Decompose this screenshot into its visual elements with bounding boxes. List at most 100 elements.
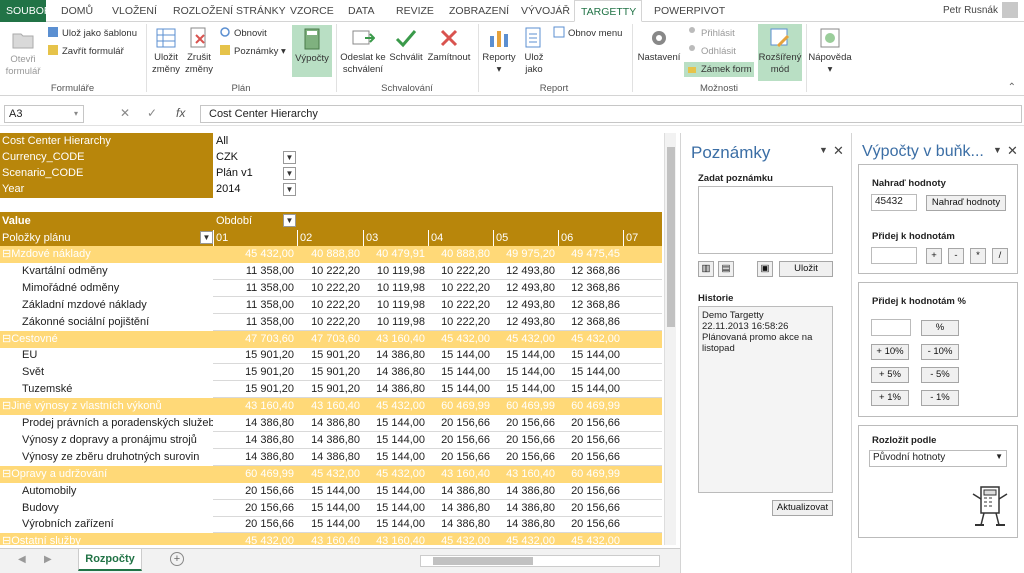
value-cell[interactable]: 15 144,00 bbox=[363, 516, 428, 533]
table-row[interactable]: Výnosy z dopravy a pronájmu strojů bbox=[0, 432, 213, 449]
value-cell[interactable]: 47 703,60 bbox=[213, 331, 297, 348]
percent-button[interactable]: % bbox=[921, 320, 959, 336]
zrusit-zmeny-button[interactable]: Zrušit změny bbox=[183, 26, 215, 76]
value-cell[interactable]: 20 1 bbox=[623, 500, 662, 517]
table-row[interactable]: Automobily bbox=[0, 483, 213, 500]
value-cell[interactable]: 60 4 bbox=[623, 398, 662, 415]
percent-input[interactable] bbox=[871, 319, 911, 336]
multiply-button[interactable]: * bbox=[970, 248, 986, 264]
value-cell[interactable]: 43 160,40 bbox=[363, 331, 428, 348]
value-cell[interactable]: 15 144,00 bbox=[363, 500, 428, 517]
value-cell[interactable]: 15 144,00 bbox=[363, 432, 428, 449]
nastaveni-button[interactable]: Nastavení bbox=[636, 26, 682, 64]
replace-button[interactable]: Nahraď hodnoty bbox=[926, 195, 1006, 211]
value-cell[interactable]: 20 156,66 bbox=[558, 432, 623, 449]
value-cell[interactable]: 15 144,00 bbox=[363, 483, 428, 500]
value-cell[interactable]: 14 386,80 bbox=[363, 347, 428, 364]
value-cell[interactable]: 10 222,20 bbox=[297, 314, 363, 331]
value-cell[interactable]: 20 156,66 bbox=[558, 415, 623, 432]
table-row[interactable]: Prodej právních a poradenských služeb bbox=[0, 415, 213, 432]
value-cell[interactable]: 14 386,80 bbox=[213, 432, 297, 449]
table-row[interactable]: Mimořádné odměny bbox=[0, 280, 213, 297]
next-sheet-icon[interactable]: ▶ bbox=[44, 554, 52, 565]
value-cell[interactable]: 40 888,80 bbox=[428, 246, 493, 263]
zamek-form-button[interactable]: Zámek form bbox=[684, 62, 754, 77]
value-cell[interactable]: 14 386,80 bbox=[363, 381, 428, 398]
value-cell[interactable]: 10 119,98 bbox=[363, 314, 428, 331]
add-value-input[interactable] bbox=[871, 247, 917, 264]
value-cell[interactable]: 15 144,00 bbox=[493, 381, 558, 398]
value-cell[interactable]: 15 1 bbox=[623, 364, 662, 381]
value-cell[interactable]: 12 368,86 bbox=[558, 297, 623, 314]
notes-menu-icon[interactable]: ▼ bbox=[819, 145, 828, 155]
minus-10-button[interactable]: - 10% bbox=[921, 344, 959, 360]
collapse-icon[interactable]: ⊟ bbox=[2, 248, 11, 260]
value-cell[interactable]: 43 160,40 bbox=[297, 398, 363, 415]
tab-revize[interactable]: REVIZE bbox=[390, 0, 440, 22]
value-cell[interactable]: 20 1 bbox=[623, 432, 662, 449]
value-cell[interactable]: 20 156,66 bbox=[558, 449, 623, 466]
odeslat-ke-schvaleni-button[interactable]: Odeslat ke schválení bbox=[340, 26, 386, 76]
value-cell[interactable]: 45 432,00 bbox=[213, 533, 297, 545]
collapse-icon[interactable]: ⊟ bbox=[2, 535, 11, 545]
value-cell[interactable]: 20 1 bbox=[623, 415, 662, 432]
value-cell[interactable]: 20 156,66 bbox=[493, 449, 558, 466]
value-cell[interactable]: 20 1 bbox=[623, 449, 662, 466]
layout-icon[interactable]: ▣ bbox=[757, 261, 773, 277]
value-cell[interactable]: 14 386,80 bbox=[428, 483, 493, 500]
table-row[interactable]: Výrobních zařízení bbox=[0, 516, 213, 533]
vertical-scrollbar[interactable] bbox=[664, 133, 676, 545]
filter-value[interactable]: All bbox=[213, 133, 297, 150]
tab-rozlozeni[interactable]: ROZLOŽENÍ STRÁNKY bbox=[167, 0, 292, 22]
value-cell[interactable]: 14 386,80 bbox=[297, 415, 363, 432]
value-cell[interactable]: 20 156,66 bbox=[428, 415, 493, 432]
value-cell[interactable]: 10 222,20 bbox=[428, 263, 493, 280]
name-box-dropdown-icon[interactable]: ▾ bbox=[74, 109, 78, 118]
value-cell[interactable]: 14 386,80 bbox=[213, 449, 297, 466]
tab-vzorce[interactable]: VZORCE bbox=[284, 0, 340, 22]
tab-vyvojar[interactable]: VÝVOJÁŘ bbox=[515, 0, 576, 22]
table-row[interactable]: Základní mzdové náklady bbox=[0, 297, 213, 314]
minus-1-button[interactable]: - 1% bbox=[921, 390, 959, 406]
value-cell[interactable]: 49 9 bbox=[623, 246, 662, 263]
value-cell[interactable]: 43 160,40 bbox=[493, 466, 558, 483]
horizontal-scrollbar[interactable] bbox=[420, 555, 660, 567]
tab-zobrazeni[interactable]: ZOBRAZENÍ bbox=[443, 0, 515, 22]
value-cell[interactable]: 60 469,99 bbox=[493, 398, 558, 415]
value-cell[interactable]: 15 901,20 bbox=[213, 347, 297, 364]
value-cell[interactable]: 47 703,60 bbox=[297, 331, 363, 348]
value-cell[interactable]: 45 432,00 bbox=[493, 533, 558, 545]
value-cell[interactable]: 49 975,20 bbox=[493, 246, 558, 263]
odhlasit-button[interactable]: Odhlásit bbox=[686, 44, 736, 59]
value-cell[interactable]: 15 144,00 bbox=[428, 381, 493, 398]
formula-input[interactable]: Cost Center Hierarchy bbox=[200, 105, 1022, 123]
value-cell[interactable]: 45 4 bbox=[623, 331, 662, 348]
value-cell[interactable]: 12 493,80 bbox=[493, 297, 558, 314]
value-cell[interactable]: 14 386,80 bbox=[493, 483, 558, 500]
value-cell[interactable]: 14 386,80 bbox=[493, 500, 558, 517]
value-cell[interactable]: 45 432,00 bbox=[363, 466, 428, 483]
tab-targetty[interactable]: TARGETTY bbox=[574, 0, 642, 22]
value-cell[interactable]: 11 358,00 bbox=[213, 263, 297, 280]
collapse-icon[interactable]: ⊟ bbox=[2, 400, 11, 412]
value-cell[interactable]: 60 469,99 bbox=[428, 398, 493, 415]
value-cell[interactable]: 43 160,40 bbox=[363, 533, 428, 545]
value-cell[interactable]: 15 144,00 bbox=[558, 347, 623, 364]
tab-vlozeni[interactable]: VLOŽENÍ bbox=[106, 0, 163, 22]
value-cell[interactable]: 11 358,00 bbox=[213, 314, 297, 331]
period-dropdown-icon[interactable]: ▼ bbox=[283, 214, 296, 227]
filter-icon[interactable]: ▼ bbox=[283, 183, 296, 196]
ulozit-zmeny-button[interactable]: Uložit změny bbox=[149, 26, 183, 76]
value-cell[interactable]: 15 144,00 bbox=[493, 364, 558, 381]
fx-icon[interactable]: fx bbox=[176, 106, 185, 120]
value-cell[interactable]: 10 222,20 bbox=[428, 297, 493, 314]
value-cell[interactable]: 12 493,80 bbox=[493, 314, 558, 331]
reporty-button[interactable]: Reporty ▾ bbox=[480, 26, 518, 76]
value-cell[interactable]: 60 469,99 bbox=[213, 466, 297, 483]
value-cell[interactable]: 10 119,98 bbox=[363, 263, 428, 280]
value-cell[interactable]: 15 144,00 bbox=[297, 500, 363, 517]
value-cell[interactable]: 11 358,00 bbox=[213, 280, 297, 297]
poznamky-button[interactable]: Poznámky ▾ bbox=[219, 44, 286, 59]
save-note-button[interactable]: Uložit bbox=[779, 261, 833, 277]
value-cell[interactable]: 12 4 bbox=[623, 263, 662, 280]
